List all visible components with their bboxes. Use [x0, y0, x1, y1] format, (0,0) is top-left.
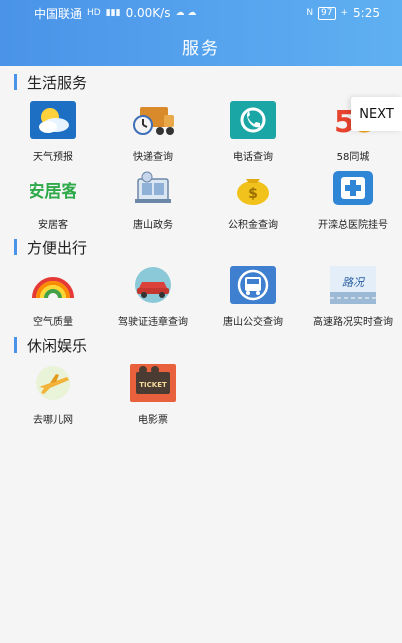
- status-left: 中国联通 HD ▮▮▮ 0.00K/s ☁ ☁: [34, 5, 196, 22]
- item-label: 空气质量: [33, 317, 73, 328]
- battery-level: 97: [318, 6, 336, 20]
- service-driving-violation[interactable]: 驾驶证违章查询: [103, 265, 203, 328]
- service-bus[interactable]: 唐山公交查询: [203, 265, 303, 328]
- title-row: 服务: [0, 26, 402, 66]
- service-phone[interactable]: 电话查询: [203, 100, 303, 163]
- section-accent-bar: [14, 239, 17, 255]
- service-housing-fund[interactable]: $ 公积金查询: [203, 168, 303, 231]
- item-label: 电影票: [138, 415, 168, 426]
- movie-ticket-icon: TICKET: [130, 363, 176, 403]
- clock-time: 5:25: [353, 6, 380, 20]
- service-weather[interactable]: 天气预报: [3, 100, 103, 163]
- money-bag-icon: $: [230, 168, 276, 208]
- road-condition-icon: 路况: [330, 265, 376, 305]
- section-title: 生活服务: [27, 73, 88, 92]
- item-label: 电话查询: [233, 152, 273, 163]
- hospital-icon: [330, 168, 376, 208]
- service-movie-ticket[interactable]: TICKET 电影票: [103, 363, 203, 426]
- section-accent-bar: [14, 337, 17, 353]
- item-label: 唐山政务: [133, 220, 173, 231]
- nfc-icon: N: [306, 8, 314, 18]
- hd-icon: HD: [87, 8, 101, 18]
- anjuke-logo-icon: 安居客: [30, 168, 76, 208]
- page-title: 服务: [182, 38, 220, 59]
- item-label: 唐山公交查询: [223, 317, 283, 328]
- item-label: 开滦总医院挂号: [318, 220, 388, 231]
- item-label: 驾驶证违章查询: [118, 317, 188, 328]
- next-button[interactable]: NEXT: [351, 97, 402, 131]
- delivery-truck-icon: [130, 100, 176, 140]
- carrier-name: 中国联通: [34, 6, 83, 21]
- section-title: 休闲娱乐: [27, 336, 88, 355]
- service-hospital[interactable]: 开滦总医院挂号: [303, 168, 402, 231]
- service-qunar[interactable]: 去哪儿网: [3, 363, 103, 426]
- item-label: 快递查询: [133, 152, 173, 163]
- phone-icon: [230, 100, 276, 140]
- rainbow-icon: [30, 265, 76, 305]
- item-label: 去哪儿网: [33, 415, 73, 426]
- bus-icon: [230, 265, 276, 305]
- service-anjuke[interactable]: 安居客 安居客: [3, 168, 103, 231]
- section-header-life: 生活服务: [14, 72, 87, 92]
- net-speed: 0.00K/s: [125, 6, 171, 20]
- signal-icon: ▮▮▮: [105, 8, 121, 18]
- item-label: 公积金查询: [228, 220, 278, 231]
- section-header-travel: 方便出行: [14, 237, 87, 257]
- svg-text:$: $: [248, 186, 258, 202]
- service-air-quality[interactable]: 空气质量: [3, 265, 103, 328]
- app-header: 中国联通 HD ▮▮▮ 0.00K/s ☁ ☁ N 97 + 5:25 服务: [0, 0, 402, 66]
- airplane-icon: [30, 363, 76, 403]
- section-accent-bar: [14, 74, 17, 90]
- status-bar: 中国联通 HD ▮▮▮ 0.00K/s ☁ ☁ N 97 + 5:25: [0, 0, 402, 26]
- section-title: 方便出行: [27, 238, 88, 257]
- government-icon: [130, 168, 176, 208]
- service-express[interactable]: 快递查询: [103, 100, 203, 163]
- weather-icon: [30, 100, 76, 140]
- item-label: 58同城: [336, 152, 370, 163]
- service-highway[interactable]: 路况 高速路况实时查询: [303, 265, 402, 328]
- item-label: 天气预报: [33, 152, 73, 163]
- section-header-leisure: 休闲娱乐: [14, 335, 87, 355]
- car-icon: [130, 265, 176, 305]
- svg-text:TICKET: TICKET: [139, 381, 167, 389]
- svg-text:安居客: 安居客: [30, 181, 76, 202]
- svg-text:路况: 路况: [342, 276, 366, 289]
- status-right: N 97 + 5:25: [306, 6, 380, 20]
- item-label: 高速路况实时查询: [313, 317, 393, 328]
- cloud-icon: ☁ ☁: [175, 8, 197, 18]
- item-label: 安居客: [38, 220, 68, 231]
- service-government[interactable]: 唐山政务: [103, 168, 203, 231]
- charging-icon: +: [340, 8, 349, 18]
